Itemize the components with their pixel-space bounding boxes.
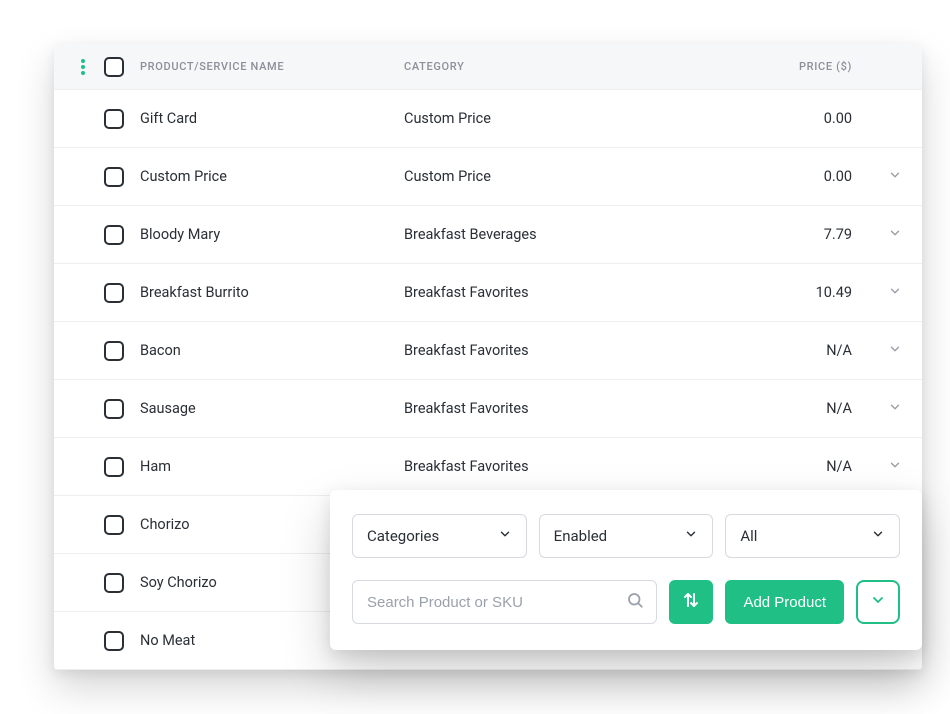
filter-scope-label: All [740, 527, 757, 545]
expand-row-icon[interactable] [888, 167, 902, 186]
cell-price: 10.49 [742, 284, 852, 301]
cell-price: N/A [742, 342, 852, 359]
cell-category: Breakfast Favorites [404, 284, 742, 301]
filter-categories-label: Categories [367, 527, 439, 545]
col-header-name[interactable]: PRODUCT/SERVICE NAME [134, 60, 404, 73]
filter-categories-select[interactable]: Categories [352, 514, 527, 558]
toolbar-panel: Categories Enabled All [330, 490, 922, 650]
row-checkbox[interactable] [104, 399, 124, 419]
filter-status-select[interactable]: Enabled [539, 514, 714, 558]
row-checkbox[interactable] [104, 283, 124, 303]
row-checkbox[interactable] [104, 167, 124, 187]
search-input[interactable] [367, 594, 626, 611]
cell-price: 0.00 [742, 110, 852, 127]
cell-category: Custom Price [404, 110, 742, 127]
cell-product-name: Bacon [134, 342, 404, 359]
row-checkbox[interactable] [104, 573, 124, 593]
select-all-checkbox[interactable] [104, 57, 124, 77]
expand-row-icon[interactable] [888, 341, 902, 360]
cell-category: Custom Price [404, 168, 742, 185]
expand-row-icon[interactable] [888, 457, 902, 476]
filter-scope-select[interactable]: All [725, 514, 900, 558]
filter-status-label: Enabled [554, 527, 607, 545]
cell-price: 7.79 [742, 226, 852, 243]
search-icon[interactable] [626, 591, 644, 613]
table-row[interactable]: SausageBreakfast FavoritesN/A [54, 380, 922, 438]
sort-button[interactable] [669, 580, 713, 624]
cell-product-name: Bloody Mary [134, 226, 404, 243]
expand-row-icon[interactable] [888, 283, 902, 302]
table-row[interactable]: Custom PriceCustom Price0.00 [54, 148, 922, 206]
table-row[interactable]: Breakfast BurritoBreakfast Favorites10.4… [54, 264, 922, 322]
table-row[interactable]: BaconBreakfast FavoritesN/A [54, 322, 922, 380]
cell-product-name: Breakfast Burrito [134, 284, 404, 301]
cell-price: N/A [742, 400, 852, 417]
search-wrap [352, 580, 657, 624]
cell-product-name: Gift Card [134, 110, 404, 127]
cell-price: 0.00 [742, 168, 852, 185]
cell-category: Breakfast Favorites [404, 342, 742, 359]
cell-product-name: Custom Price [134, 168, 404, 185]
col-header-price[interactable]: PRICE ($) [742, 60, 852, 73]
cell-category: Breakfast Favorites [404, 458, 742, 475]
add-product-dropdown-button[interactable] [856, 580, 900, 624]
chevron-down-icon [871, 527, 885, 545]
cell-price: N/A [742, 458, 852, 475]
expand-row-icon[interactable] [888, 225, 902, 244]
col-header-category[interactable]: CATEGORY [404, 60, 742, 73]
row-checkbox[interactable] [104, 457, 124, 477]
row-checkbox[interactable] [104, 515, 124, 535]
chevron-down-icon [870, 592, 886, 612]
sort-icon [682, 591, 700, 613]
cell-category: Breakfast Beverages [404, 226, 742, 243]
table-row[interactable]: Gift CardCustom Price0.00 [54, 90, 922, 148]
table-header: PRODUCT/SERVICE NAME CATEGORY PRICE ($) [54, 44, 922, 90]
row-checkbox[interactable] [104, 631, 124, 651]
cell-category: Breakfast Favorites [404, 400, 742, 417]
add-product-button[interactable]: Add Product [725, 580, 844, 624]
cell-product-name: Sausage [134, 400, 404, 417]
row-checkbox[interactable] [104, 341, 124, 361]
row-checkbox[interactable] [104, 225, 124, 245]
chevron-down-icon [684, 527, 698, 545]
more-vert-icon[interactable] [81, 59, 85, 75]
cell-product-name: Ham [134, 458, 404, 475]
chevron-down-icon [498, 527, 512, 545]
table-row[interactable]: Bloody MaryBreakfast Beverages7.79 [54, 206, 922, 264]
table-row[interactable]: HamBreakfast FavoritesN/A [54, 438, 922, 496]
row-checkbox[interactable] [104, 109, 124, 129]
add-product-label: Add Product [743, 594, 826, 611]
expand-row-icon[interactable] [888, 399, 902, 418]
